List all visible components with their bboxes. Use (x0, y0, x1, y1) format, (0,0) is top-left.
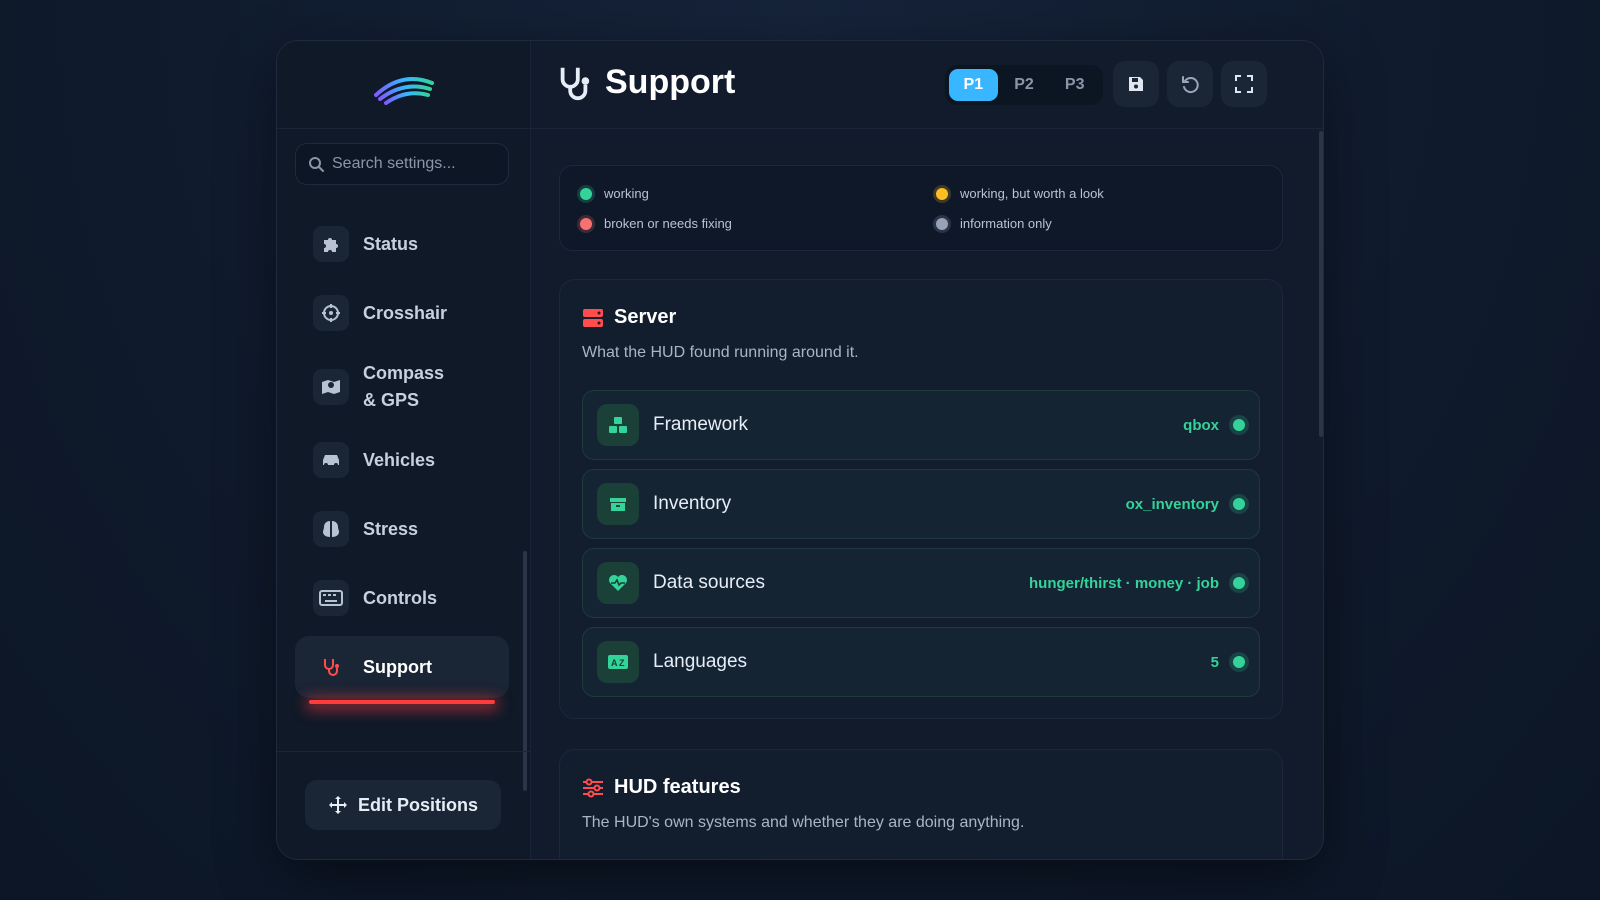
status-dot-green (1233, 577, 1245, 589)
sidebar-item-vehicles[interactable]: Vehicles (295, 429, 509, 491)
legend-label: information only (960, 216, 1052, 231)
row-name: Inventory (653, 493, 732, 514)
sidebar-item-stress[interactable]: Stress (295, 498, 509, 560)
map-pin-icon (313, 369, 349, 405)
sidebar-item-crosshair[interactable]: Crosshair (295, 282, 509, 344)
header: Support P1 P2 P3 (531, 41, 1323, 129)
sidebar-item-support[interactable]: Support (295, 636, 509, 698)
expand-icon (1235, 75, 1253, 93)
keyboard-icon (313, 580, 349, 616)
sidebar-item-label: Status (363, 233, 419, 254)
active-indicator (309, 700, 495, 704)
status-dot-yellow (936, 187, 948, 200)
status-dot-green (1233, 419, 1245, 431)
status-dot-gray (936, 217, 948, 230)
preset-p2[interactable]: P2 (1000, 69, 1049, 101)
edit-positions-button[interactable]: Edit Positions (305, 780, 501, 830)
heart-pulse-icon (597, 562, 639, 604)
cubes-icon (597, 404, 639, 446)
legend-label: working (604, 186, 649, 201)
server-title-text: Server (614, 306, 677, 328)
server-subtitle: What the HUD found running around it. (582, 344, 859, 361)
preset-switcher: P1 P2 P3 (945, 65, 1103, 105)
puzzle-icon (313, 226, 349, 262)
save-button[interactable] (1113, 61, 1159, 107)
sidebar-item-label: Support (363, 656, 432, 677)
sidebar: Status Crosshair Compass & GPS Vehicles (277, 41, 531, 859)
row-name: Languages (653, 651, 748, 672)
sidebar-item-label: Stress (363, 518, 419, 539)
status-legend: working working, but worth a look broken… (559, 165, 1283, 251)
server-row-data-sources: Data sources hunger/thirst · money · job (582, 548, 1260, 618)
server-row-inventory: Inventory ox_inventory (582, 469, 1260, 539)
preset-p3[interactable]: P3 (1050, 69, 1099, 101)
undo-icon (1182, 76, 1199, 94)
hud-features-title-text: HUD features (614, 776, 741, 798)
page-title: Support (555, 63, 735, 102)
legend-label: working, but worth a look (960, 186, 1104, 201)
svg-text:A: A (611, 658, 618, 668)
svg-text:Z: Z (619, 658, 625, 668)
search-box[interactable] (295, 143, 509, 185)
move-icon (328, 796, 347, 814)
sidebar-item-label: Compass & GPS (363, 363, 445, 410)
hud-features-card: HUD features The HUD's own systems and w… (559, 749, 1283, 859)
logo-icon (373, 76, 434, 105)
legend-item: working, but worth a look (936, 186, 1104, 201)
sidebar-footer: Edit Positions (277, 751, 531, 859)
fullscreen-button[interactable] (1221, 61, 1267, 107)
stethoscope-icon (560, 67, 590, 100)
sidebar-item-compass-gps[interactable]: Compass & GPS (295, 351, 509, 423)
row-value: qbox (1183, 416, 1219, 434)
main-content: working working, but worth a look broken… (531, 129, 1323, 859)
hud-features-subtitle: The HUD's own systems and whether they a… (582, 814, 1025, 831)
legend-label: broken or needs fixing (604, 216, 732, 231)
preset-p1[interactable]: P1 (949, 69, 998, 101)
search-icon (309, 157, 324, 172)
main-scrollbar[interactable] (1319, 131, 1323, 437)
row-name: Framework (653, 414, 749, 435)
car-icon (313, 442, 349, 478)
server-row-framework: Framework qbox (582, 390, 1260, 460)
reset-button[interactable] (1167, 61, 1213, 107)
logo-area (277, 41, 530, 129)
legend-item: working (580, 186, 649, 201)
status-dot-green (1233, 656, 1245, 668)
row-value: hunger/thirst · money · job (1029, 574, 1219, 592)
brain-icon (313, 511, 349, 547)
edit-positions-label: Edit Positions (357, 794, 478, 815)
legend-item: information only (936, 216, 1052, 231)
server-icon (583, 308, 603, 327)
sidebar-item-controls[interactable]: Controls (295, 567, 509, 629)
status-dot-green (1233, 498, 1245, 510)
hud-features-title: HUD features (582, 776, 741, 799)
status-dot-red (580, 217, 592, 230)
server-card: Server What the HUD found running around… (559, 279, 1283, 719)
legend-item: broken or needs fixing (580, 216, 732, 231)
sliders-icon (583, 778, 603, 797)
save-icon (1129, 77, 1143, 91)
sidebar-item-label: Crosshair (363, 302, 448, 323)
sidebar-item-status[interactable]: Status (295, 213, 509, 275)
search-input[interactable] (332, 155, 502, 173)
row-value: 5 (1210, 653, 1219, 671)
crosshair-icon (313, 295, 349, 331)
stethoscope-icon (313, 649, 349, 685)
language-icon: AZ (597, 641, 639, 683)
page-title-text: Support (605, 63, 736, 101)
sidebar-item-label: Vehicles (363, 449, 436, 470)
row-value: ox_inventory (1125, 495, 1219, 513)
box-icon (597, 483, 639, 525)
sidebar-item-label: Controls (363, 587, 437, 608)
status-dot-green (580, 187, 592, 200)
hud-settings-window: Status Crosshair Compass & GPS Vehicles (276, 40, 1324, 860)
server-row-languages: AZ Languages 5 (582, 627, 1260, 697)
server-card-title: Server (582, 306, 676, 329)
row-name: Data sources (653, 572, 765, 593)
